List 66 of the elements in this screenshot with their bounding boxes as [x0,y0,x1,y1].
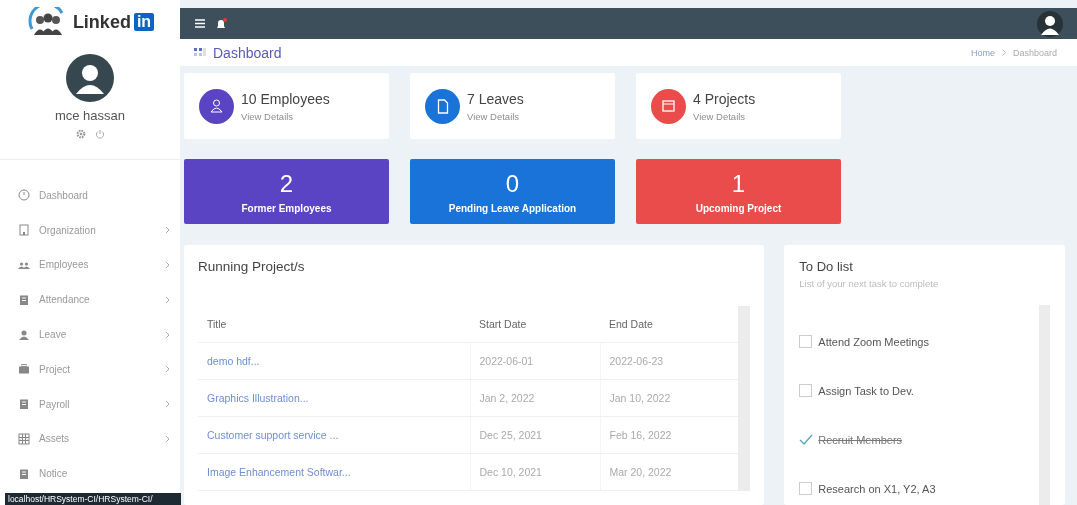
todo-item-text: Recruit Members [818,433,903,446]
table-cell: Jan 2, 2022 [470,379,600,417]
page-title: Dashboard [213,44,282,61]
clipboard-icon [18,467,30,480]
nav-item[interactable]: Attendance [18,282,180,318]
nav-item[interactable]: Employees [18,247,180,283]
power-icon[interactable] [94,129,105,139]
project-link[interactable]: Image Enhancement Softwar... [198,453,470,491]
view-details-link[interactable]: View Details [241,110,330,122]
tile-value: 0 [505,169,520,198]
table-cell: Dec 25, 2021 [470,416,600,454]
nav-item[interactable]: Project [18,352,180,387]
panel-title: To Do list [799,259,854,274]
settings-icon[interactable] [75,129,86,139]
status-bar-url: localhost/HRSystem-CI/HRSystem-CI/ [5,493,181,505]
nav-item[interactable]: Dashboard [18,178,180,213]
tile-value: 2 [279,169,294,198]
briefcase-icon [18,363,30,376]
chevron-icon [1001,49,1006,57]
checkbox[interactable] [799,335,813,348]
grid-icon [18,432,30,445]
clipboard-icon [18,293,30,306]
nav-item[interactable]: Payroll [18,386,180,422]
view-details-link[interactable]: View Details [693,110,756,122]
project-link[interactable]: demo hdf... [198,342,470,380]
nav-item[interactable]: Notice [18,456,180,492]
column-header: Title [198,306,470,343]
logo-text: Linked [72,11,131,33]
menu-icon[interactable] [195,19,205,29]
user-name: mce hassan [54,108,126,123]
tile-label: Upcoming Project [695,202,782,214]
view-details-link[interactable]: View Details [467,110,524,122]
todo-item-text: Research on X1, Y2, A3 [818,482,936,495]
tile-label: Former Employees [241,202,332,214]
people-icon [18,259,30,271]
building-icon [18,224,30,237]
project-link[interactable]: Graphics Illustration... [198,379,470,417]
column-header: Start Date [470,306,600,343]
nav-item[interactable]: Leave [18,317,180,352]
avatar-icon[interactable] [1037,10,1063,37]
stat-title: 7 Leaves [467,90,524,107]
table-cell: Dec 10, 2021 [470,453,600,491]
document-icon [18,398,30,411]
avatar-icon [66,54,114,102]
todo-item-text: Assign Task to Dev. [818,384,914,397]
project-link[interactable]: Customer support service ... [198,416,470,454]
logo-badge: in [133,13,155,31]
tile-value: 1 [731,169,746,198]
panel-title: Running Project/s [198,259,306,274]
check-icon[interactable] [799,434,814,445]
person-icon [18,328,30,341]
bell-icon[interactable] [215,17,227,30]
nav-item[interactable]: Organization [18,212,180,248]
checkbox[interactable] [799,384,813,397]
dashboard-icon [194,47,206,58]
checkbox[interactable] [799,482,813,495]
table-cell: 2022-06-01 [470,342,600,380]
breadcrumb-item: Dashboard [1012,47,1057,58]
nav-item[interactable]: Assets [18,421,180,457]
stat-title: 4 Projects [693,90,756,107]
tile-label: Pending Leave Application [448,202,577,214]
breadcrumb-item[interactable]: Home [970,47,995,58]
stat-title: 10 Employees [241,90,330,107]
todo-item-text: Attend Zoom Meetings [818,335,929,348]
panel-subtitle: List of your next task to complete [799,278,940,289]
dashboard-icon [18,189,30,202]
